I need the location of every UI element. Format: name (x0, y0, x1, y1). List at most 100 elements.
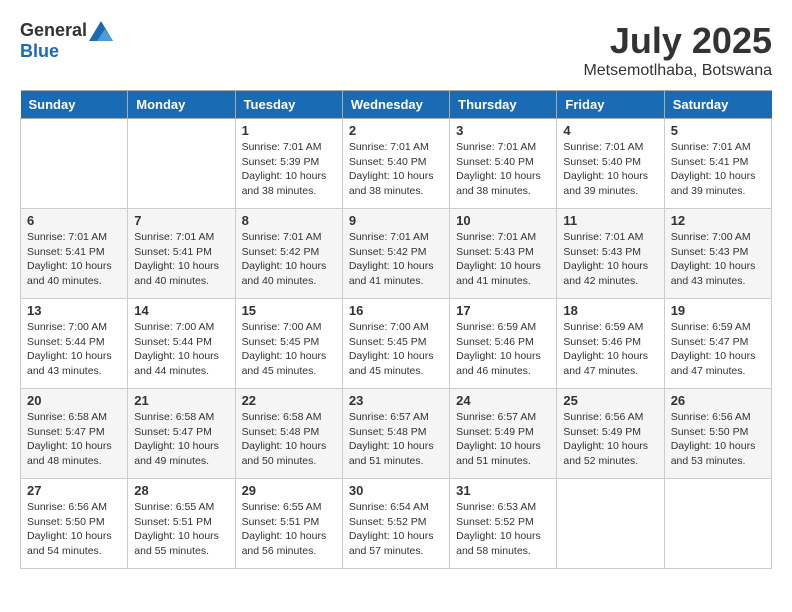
calendar-cell: 4Sunrise: 7:01 AMSunset: 5:40 PMDaylight… (557, 119, 664, 209)
calendar-week-2: 6Sunrise: 7:01 AMSunset: 5:41 PMDaylight… (21, 209, 772, 299)
title-area: July 2025 Metsemotlhaba, Botswana (583, 20, 772, 80)
day-number: 8 (242, 213, 336, 228)
day-number: 22 (242, 393, 336, 408)
calendar-cell: 1 Sunrise: 7:01 AMSunset: 5:39 PMDaylight… (235, 119, 342, 209)
day-number: 19 (671, 303, 765, 318)
calendar-cell: 6Sunrise: 7:01 AMSunset: 5:41 PMDaylight… (21, 209, 128, 299)
day-info: Sunrise: 6:56 AMSunset: 5:50 PMDaylight:… (671, 410, 765, 469)
calendar-cell: 11Sunrise: 7:01 AMSunset: 5:43 PMDayligh… (557, 209, 664, 299)
page-header: General Blue July 2025 Metsemotlhaba, Bo… (20, 20, 772, 80)
calendar-cell: 31 Sunrise: 6:53 AMSunset: 5:52 PMDayligh… (450, 479, 557, 569)
calendar-cell: 13Sunrise: 7:00 AMSunset: 5:44 PMDayligh… (21, 299, 128, 389)
day-number: 7 (134, 213, 228, 228)
calendar-cell: 5 Sunrise: 7:01 AMSunset: 5:41 PMDaylight… (664, 119, 771, 209)
calendar-cell: 14 Sunrise: 7:00 AMSunset: 5:44 PMDayligh… (128, 299, 235, 389)
calendar-cell: 18 Sunrise: 6:59 AMSunset: 5:46 PMDayligh… (557, 299, 664, 389)
day-number: 26 (671, 393, 765, 408)
day-info: Sunrise: 6:58 AMSunset: 5:47 PMDaylight:… (134, 410, 228, 469)
day-info: Sunrise: 6:59 AMSunset: 5:47 PMDaylight:… (671, 320, 765, 379)
day-number: 1 (242, 123, 336, 138)
calendar-cell: 16 Sunrise: 7:00 AMSunset: 5:45 PMDayligh… (342, 299, 449, 389)
day-info: Sunrise: 7:01 AMSunset: 5:40 PMDaylight:… (349, 140, 443, 199)
calendar-week-5: 27 Sunrise: 6:56 AMSunset: 5:50 PMDayligh… (21, 479, 772, 569)
weekday-header-thursday: Thursday (450, 91, 557, 119)
calendar-cell: 30 Sunrise: 6:54 AMSunset: 5:52 PMDayligh… (342, 479, 449, 569)
calendar-cell: 21 Sunrise: 6:58 AMSunset: 5:47 PMDayligh… (128, 389, 235, 479)
day-number: 25 (563, 393, 657, 408)
calendar-cell: 10 Sunrise: 7:01 AMSunset: 5:43 PMDayligh… (450, 209, 557, 299)
calendar-cell: 15 Sunrise: 7:00 AMSunset: 5:45 PMDayligh… (235, 299, 342, 389)
day-number: 23 (349, 393, 443, 408)
day-number: 16 (349, 303, 443, 318)
calendar-week-3: 13Sunrise: 7:00 AMSunset: 5:44 PMDayligh… (21, 299, 772, 389)
weekday-header-friday: Friday (557, 91, 664, 119)
day-info: Sunrise: 6:56 AMSunset: 5:49 PMDaylight:… (563, 410, 657, 469)
day-number: 5 (671, 123, 765, 138)
day-info: Sunrise: 6:54 AMSunset: 5:52 PMDaylight:… (349, 500, 443, 559)
day-info: Sunrise: 7:00 AMSunset: 5:45 PMDaylight:… (349, 320, 443, 379)
weekday-header-saturday: Saturday (664, 91, 771, 119)
calendar-cell: 29 Sunrise: 6:55 AMSunset: 5:51 PMDayligh… (235, 479, 342, 569)
day-number: 4 (563, 123, 657, 138)
day-info: Sunrise: 7:01 AMSunset: 5:42 PMDaylight:… (349, 230, 443, 289)
day-info: Sunrise: 7:00 AMSunset: 5:45 PMDaylight:… (242, 320, 336, 379)
calendar-cell: 24Sunrise: 6:57 AMSunset: 5:49 PMDayligh… (450, 389, 557, 479)
calendar-week-1: 1 Sunrise: 7:01 AMSunset: 5:39 PMDaylight… (21, 119, 772, 209)
logo-icon (89, 21, 113, 41)
calendar-cell: 17Sunrise: 6:59 AMSunset: 5:46 PMDayligh… (450, 299, 557, 389)
calendar-cell: 23 Sunrise: 6:57 AMSunset: 5:48 PMDayligh… (342, 389, 449, 479)
day-info: Sunrise: 7:01 AMSunset: 5:42 PMDaylight:… (242, 230, 336, 289)
calendar-cell: 12 Sunrise: 7:00 AMSunset: 5:43 PMDayligh… (664, 209, 771, 299)
day-info: Sunrise: 6:56 AMSunset: 5:50 PMDaylight:… (27, 500, 121, 559)
day-info: Sunrise: 6:59 AMSunset: 5:46 PMDaylight:… (563, 320, 657, 379)
day-number: 30 (349, 483, 443, 498)
calendar-cell: 26 Sunrise: 6:56 AMSunset: 5:50 PMDayligh… (664, 389, 771, 479)
weekday-header-tuesday: Tuesday (235, 91, 342, 119)
day-number: 24 (456, 393, 550, 408)
calendar-cell: 7 Sunrise: 7:01 AMSunset: 5:41 PMDaylight… (128, 209, 235, 299)
day-number: 10 (456, 213, 550, 228)
day-number: 2 (349, 123, 443, 138)
day-number: 18 (563, 303, 657, 318)
weekday-header-sunday: Sunday (21, 91, 128, 119)
calendar-cell (557, 479, 664, 569)
day-info: Sunrise: 6:57 AMSunset: 5:48 PMDaylight:… (349, 410, 443, 469)
day-number: 12 (671, 213, 765, 228)
calendar-week-4: 20 Sunrise: 6:58 AMSunset: 5:47 PMDayligh… (21, 389, 772, 479)
day-number: 14 (134, 303, 228, 318)
day-info: Sunrise: 6:55 AMSunset: 5:51 PMDaylight:… (134, 500, 228, 559)
day-number: 29 (242, 483, 336, 498)
day-info: Sunrise: 7:01 AMSunset: 5:41 PMDaylight:… (134, 230, 228, 289)
day-info: Sunrise: 7:01 AMSunset: 5:41 PMDaylight:… (27, 230, 121, 289)
day-info: Sunrise: 6:58 AMSunset: 5:48 PMDaylight:… (242, 410, 336, 469)
calendar-cell: 8 Sunrise: 7:01 AMSunset: 5:42 PMDaylight… (235, 209, 342, 299)
day-number: 20 (27, 393, 121, 408)
day-number: 11 (563, 213, 657, 228)
day-info: Sunrise: 6:58 AMSunset: 5:47 PMDaylight:… (27, 410, 121, 469)
day-number: 27 (27, 483, 121, 498)
calendar-cell (128, 119, 235, 209)
day-number: 15 (242, 303, 336, 318)
day-info: Sunrise: 7:00 AMSunset: 5:44 PMDaylight:… (27, 320, 121, 379)
day-number: 28 (134, 483, 228, 498)
calendar-cell: 27 Sunrise: 6:56 AMSunset: 5:50 PMDayligh… (21, 479, 128, 569)
day-info: Sunrise: 7:01 AMSunset: 5:40 PMDaylight:… (456, 140, 550, 199)
day-number: 31 (456, 483, 550, 498)
calendar-cell: 2 Sunrise: 7:01 AMSunset: 5:40 PMDaylight… (342, 119, 449, 209)
weekday-header-wednesday: Wednesday (342, 91, 449, 119)
calendar-cell (21, 119, 128, 209)
header-row: SundayMondayTuesdayWednesdayThursdayFrid… (21, 91, 772, 119)
day-info: Sunrise: 6:53 AMSunset: 5:52 PMDaylight:… (456, 500, 550, 559)
calendar-cell (664, 479, 771, 569)
day-info: Sunrise: 7:01 AMSunset: 5:41 PMDaylight:… (671, 140, 765, 199)
day-info: Sunrise: 7:01 AMSunset: 5:39 PMDaylight:… (242, 140, 336, 199)
day-number: 17 (456, 303, 550, 318)
day-info: Sunrise: 6:55 AMSunset: 5:51 PMDaylight:… (242, 500, 336, 559)
day-info: Sunrise: 7:01 AMSunset: 5:43 PMDaylight:… (456, 230, 550, 289)
logo: General Blue (20, 20, 113, 62)
logo-blue: Blue (20, 41, 59, 62)
day-info: Sunrise: 7:00 AMSunset: 5:44 PMDaylight:… (134, 320, 228, 379)
day-number: 21 (134, 393, 228, 408)
location-title: Metsemotlhaba, Botswana (583, 62, 772, 80)
day-info: Sunrise: 7:00 AMSunset: 5:43 PMDaylight:… (671, 230, 765, 289)
